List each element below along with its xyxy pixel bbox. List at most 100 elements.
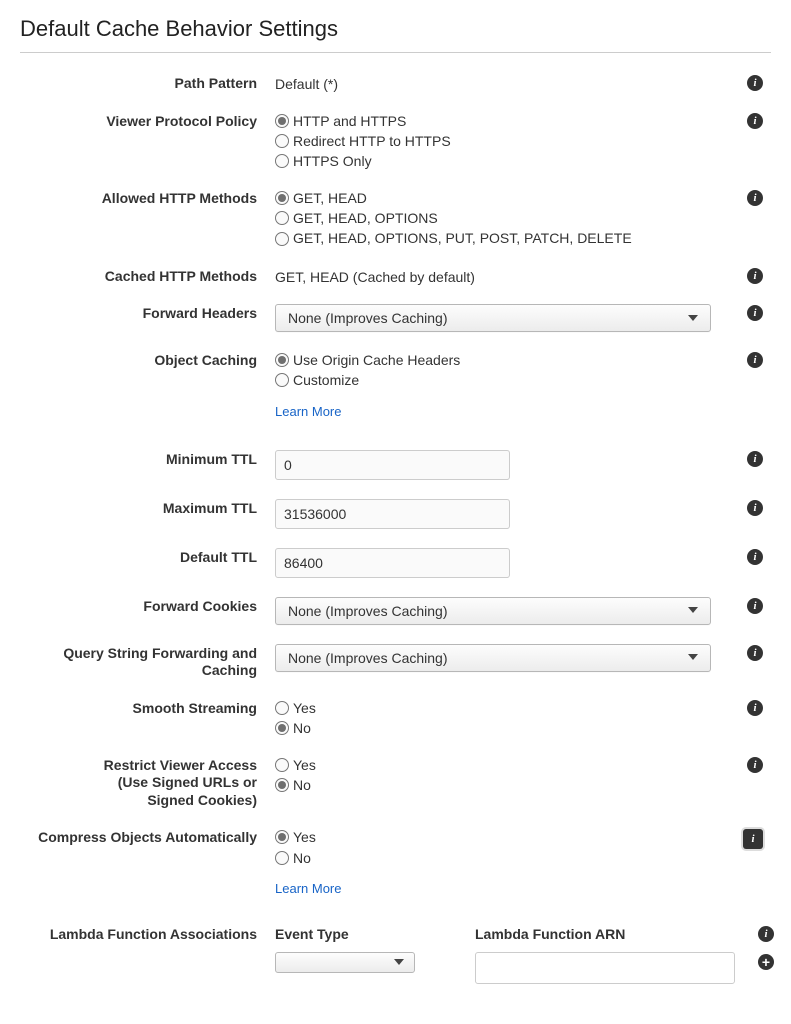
label-object-caching: Object Caching [20,350,275,370]
radio-restrict-no[interactable]: No [275,776,711,794]
header-lambda-arn: Lambda Function ARN [475,926,735,942]
info-icon[interactable]: i [747,305,763,321]
label-compress-objects: Compress Objects Automatically [20,827,275,847]
section-title: Default Cache Behavior Settings [20,10,771,53]
value-path-pattern: Default (*) [275,74,711,92]
chevron-down-icon [688,654,698,661]
row-default-ttl: Default TTL i [20,547,771,578]
radio-label: Yes [293,756,316,774]
radio-icon [275,191,289,205]
label-viewer-protocol-policy: Viewer Protocol Policy [20,111,275,131]
radio-customize[interactable]: Customize [275,371,711,389]
radio-icon [275,353,289,367]
radio-restrict-yes[interactable]: Yes [275,756,711,774]
info-icon[interactable]: i [747,700,763,716]
info-icon[interactable]: i [747,500,763,516]
label-restrict-viewer-access: Restrict Viewer Access (Use Signed URLs … [20,755,275,810]
info-icon[interactable]: i [743,829,763,849]
radio-http-and-https[interactable]: HTTP and HTTPS [275,112,711,130]
radio-icon [275,134,289,148]
radio-label: GET, HEAD, OPTIONS [293,209,438,227]
radio-compress-no[interactable]: No [275,849,711,867]
radio-icon [275,778,289,792]
input-maximum-ttl[interactable] [275,499,510,529]
info-icon[interactable]: i [747,113,763,129]
info-icon[interactable]: i [747,352,763,368]
radio-use-origin-cache-headers[interactable]: Use Origin Cache Headers [275,351,711,369]
row-object-caching: Object Caching Use Origin Cache Headers … [20,350,771,418]
radio-compress-yes[interactable]: Yes [275,828,711,846]
radio-icon [275,373,289,387]
radio-icon [275,211,289,225]
chevron-down-icon [688,607,698,614]
radio-smooth-streaming-no[interactable]: No [275,719,711,737]
chevron-down-icon [394,959,404,966]
radio-get-head-options-all[interactable]: GET, HEAD, OPTIONS, PUT, POST, PATCH, DE… [275,229,711,247]
radio-label: Redirect HTTP to HTTPS [293,132,451,150]
info-icon[interactable]: i [747,757,763,773]
info-icon[interactable]: i [747,549,763,565]
dropdown-selected-text: None (Improves Caching) [288,310,448,326]
radio-icon [275,154,289,168]
input-minimum-ttl[interactable] [275,450,510,480]
label-cached-http-methods: Cached HTTP Methods [20,266,275,286]
label-smooth-streaming: Smooth Streaming [20,698,275,718]
radio-https-only[interactable]: HTTPS Only [275,152,711,170]
input-lambda-arn[interactable] [475,952,735,984]
row-forward-cookies: Forward Cookies None (Improves Caching) … [20,596,771,625]
radio-label: Yes [293,699,316,717]
radio-label: GET, HEAD, OPTIONS, PUT, POST, PATCH, DE… [293,229,632,247]
label-forward-headers: Forward Headers [20,303,275,323]
radio-label: Use Origin Cache Headers [293,351,460,369]
info-icon[interactable]: i [758,926,774,942]
row-smooth-streaming: Smooth Streaming Yes No i [20,698,771,737]
learn-more-link[interactable]: Learn More [275,404,711,419]
row-lambda-associations: Lambda Function Associations Event Type … [20,926,771,984]
dropdown-selected-text: None (Improves Caching) [288,603,448,619]
input-default-ttl[interactable] [275,548,510,578]
info-icon[interactable]: i [747,598,763,614]
row-cached-http-methods: Cached HTTP Methods GET, HEAD (Cached by… [20,266,771,286]
label-default-ttl: Default TTL [20,547,275,567]
info-icon[interactable]: i [747,190,763,206]
info-icon[interactable]: i [747,645,763,661]
label-allowed-http-methods: Allowed HTTP Methods [20,188,275,208]
radio-label: No [293,776,311,794]
label-lambda-associations: Lambda Function Associations [20,926,275,944]
row-maximum-ttl: Maximum TTL i [20,498,771,529]
row-restrict-viewer-access: Restrict Viewer Access (Use Signed URLs … [20,755,771,810]
add-icon[interactable]: + [758,954,774,970]
row-allowed-http-methods: Allowed HTTP Methods GET, HEAD GET, HEAD… [20,188,771,248]
radio-label: Yes [293,828,316,846]
row-viewer-protocol-policy: Viewer Protocol Policy HTTP and HTTPS Re… [20,111,771,171]
radio-label: HTTPS Only [293,152,372,170]
info-icon[interactable]: i [747,75,763,91]
label-path-pattern: Path Pattern [20,73,275,93]
radio-icon [275,758,289,772]
radio-label: No [293,719,311,737]
dropdown-selected-text: None (Improves Caching) [288,650,448,666]
radio-icon [275,851,289,865]
value-cached-http-methods: GET, HEAD (Cached by default) [275,267,711,285]
label-forward-cookies: Forward Cookies [20,596,275,616]
radio-get-head-options[interactable]: GET, HEAD, OPTIONS [275,209,711,227]
row-forward-headers: Forward Headers None (Improves Caching) … [20,303,771,332]
row-compress-objects: Compress Objects Automatically Yes No Le… [20,827,771,895]
radio-label: No [293,849,311,867]
row-minimum-ttl: Minimum TTL i [20,449,771,480]
radio-redirect-http-to-https[interactable]: Redirect HTTP to HTTPS [275,132,711,150]
info-icon[interactable]: i [747,451,763,467]
radio-icon [275,232,289,246]
dropdown-forward-headers[interactable]: None (Improves Caching) [275,304,711,332]
radio-get-head[interactable]: GET, HEAD [275,189,711,207]
radio-icon [275,114,289,128]
radio-smooth-streaming-yes[interactable]: Yes [275,699,711,717]
dropdown-event-type[interactable] [275,952,415,973]
row-path-pattern: Path Pattern Default (*) i [20,73,771,93]
dropdown-forward-cookies[interactable]: None (Improves Caching) [275,597,711,625]
learn-more-link[interactable]: Learn More [275,881,711,896]
dropdown-query-string[interactable]: None (Improves Caching) [275,644,711,672]
radio-icon [275,721,289,735]
radio-icon [275,701,289,715]
info-icon[interactable]: i [747,268,763,284]
